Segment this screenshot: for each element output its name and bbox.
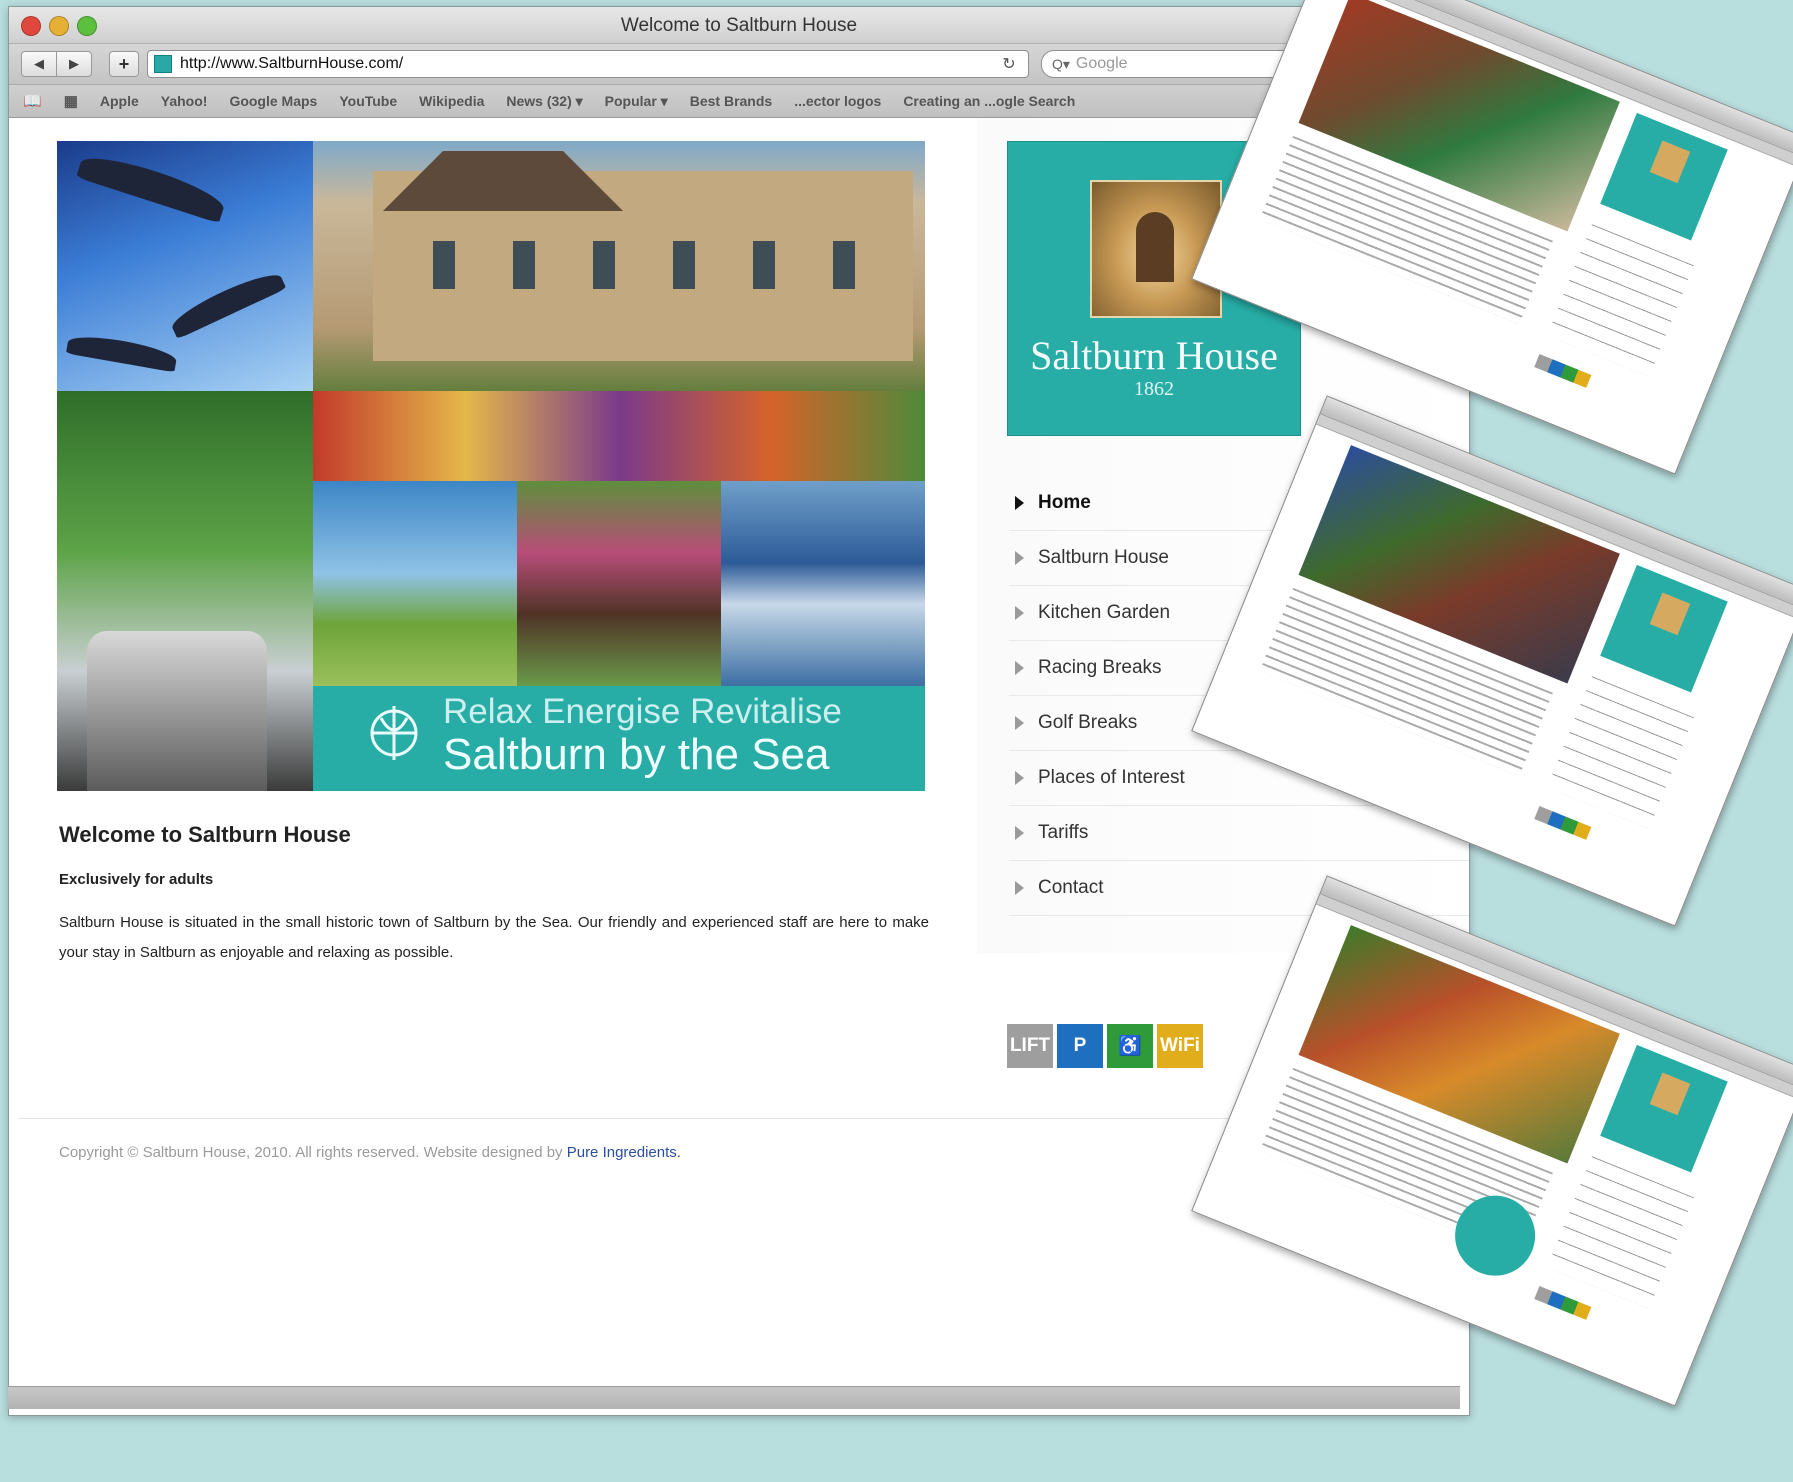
nav-label: Places of Interest <box>1038 767 1185 788</box>
top-sites-grid-icon[interactable]: ▦ <box>64 92 78 110</box>
bookmark-item[interactable]: Yahoo! <box>161 93 208 109</box>
bookmark-item[interactable]: Creating an ...ogle Search <box>903 93 1075 109</box>
nav-label: Tariffs <box>1038 822 1089 843</box>
cycling-photo <box>313 481 517 686</box>
bookmark-item[interactable]: Wikipedia <box>419 93 484 109</box>
golf-photo <box>57 391 313 791</box>
page-heading: Welcome to Saltburn House <box>59 822 351 847</box>
bookmark-item[interactable]: ...ector logos <box>794 93 881 109</box>
add-bookmark-button[interactable]: + <box>109 51 139 77</box>
intro-paragraph: Saltburn House is situated in the small … <box>59 914 929 961</box>
nav-label: Golf Breaks <box>1038 712 1138 733</box>
page-subheading: Exclusively for adults <box>59 871 214 888</box>
footer-copyright: Copyright © Saltburn House, 2010. All ri… <box>59 1144 681 1161</box>
saltburn-house-photo <box>313 141 925 481</box>
hero-collage: Relax Energise Revitalise Saltburn by th… <box>57 141 925 791</box>
surfing-photo <box>721 481 925 686</box>
triangle-right-icon <box>1015 771 1024 785</box>
title-bar: Welcome to Saltburn House <box>9 7 1469 44</box>
banner-location: Saltburn by the Sea <box>443 730 830 779</box>
parking-icon: P <box>1057 1024 1103 1068</box>
footer-text: Copyright © Saltburn House, 2010. All ri… <box>59 1144 567 1161</box>
triangle-right-icon <box>1015 496 1024 510</box>
nav-label: Home <box>1038 492 1091 513</box>
triangle-right-icon <box>1015 551 1024 565</box>
nav-label: Kitchen Garden <box>1038 602 1171 623</box>
favicon-icon <box>154 55 172 73</box>
history-buttons: ◀ ▶ <box>21 51 92 77</box>
bookmark-item[interactable]: News (32) ▾ <box>506 93 582 110</box>
logo-name: Saltburn House <box>1030 333 1278 378</box>
bookmarks-bar: 📖 ▦ Apple Yahoo! Google Maps YouTube Wik… <box>9 85 1469 118</box>
horse-racing-photo <box>517 481 721 686</box>
back-arrow-icon: ◀ <box>34 56 44 71</box>
bookmark-item[interactable]: Apple <box>100 93 139 109</box>
triangle-right-icon <box>1015 661 1024 675</box>
triangle-right-icon <box>1015 881 1024 895</box>
lift-icon: LIFT <box>1007 1024 1053 1068</box>
bookmark-item[interactable]: YouTube <box>339 93 397 109</box>
amenity-icons: LIFT P ♿ WiFi <box>1007 1024 1203 1068</box>
banner-tagline: Relax Energise Revitalise <box>443 692 842 731</box>
reload-icon[interactable]: ↻ <box>998 54 1020 74</box>
search-placeholder: Google <box>1075 55 1128 72</box>
url-text[interactable]: http://www.SaltburnHouse.com/ <box>180 55 998 73</box>
logo-year: 1862 <box>1134 378 1174 400</box>
triangle-right-icon <box>1015 826 1024 840</box>
designer-link[interactable]: Pure Ingredients. <box>567 1144 681 1161</box>
wifi-icon: WiFi <box>1157 1024 1203 1068</box>
nav-label: Racing Breaks <box>1038 657 1162 678</box>
back-button[interactable]: ◀ <box>21 51 57 77</box>
forward-arrow-icon: ▶ <box>69 56 79 71</box>
nav-label: Contact <box>1038 877 1104 898</box>
accessibility-icon: ♿ <box>1107 1024 1153 1068</box>
reading-list-icon[interactable]: 📖 <box>23 92 42 110</box>
status-bar <box>8 1386 1460 1409</box>
tagline-banner: Relax Energise Revitalise Saltburn by th… <box>313 686 925 791</box>
bookmark-item[interactable]: Google Maps <box>229 93 317 109</box>
bookmark-item[interactable]: Popular ▾ <box>605 93 668 110</box>
address-bar[interactable]: http://www.SaltburnHouse.com/ ↻ <box>147 50 1029 78</box>
plus-icon: + <box>118 53 130 74</box>
monogram-logo-icon <box>370 706 418 760</box>
triangle-right-icon <box>1015 606 1024 620</box>
nav-label: Saltburn House <box>1038 547 1169 568</box>
seagulls-photo <box>57 141 313 391</box>
browser-toolbar: ◀ ▶ + http://www.SaltburnHouse.com/ ↻ Q▾… <box>9 44 1469 85</box>
search-icon: Q▾ <box>1052 55 1070 72</box>
triangle-right-icon <box>1015 716 1024 730</box>
window-title: Welcome to Saltburn House <box>620 15 858 36</box>
bookmark-item[interactable]: Best Brands <box>690 93 772 109</box>
forward-button[interactable]: ▶ <box>57 51 92 77</box>
